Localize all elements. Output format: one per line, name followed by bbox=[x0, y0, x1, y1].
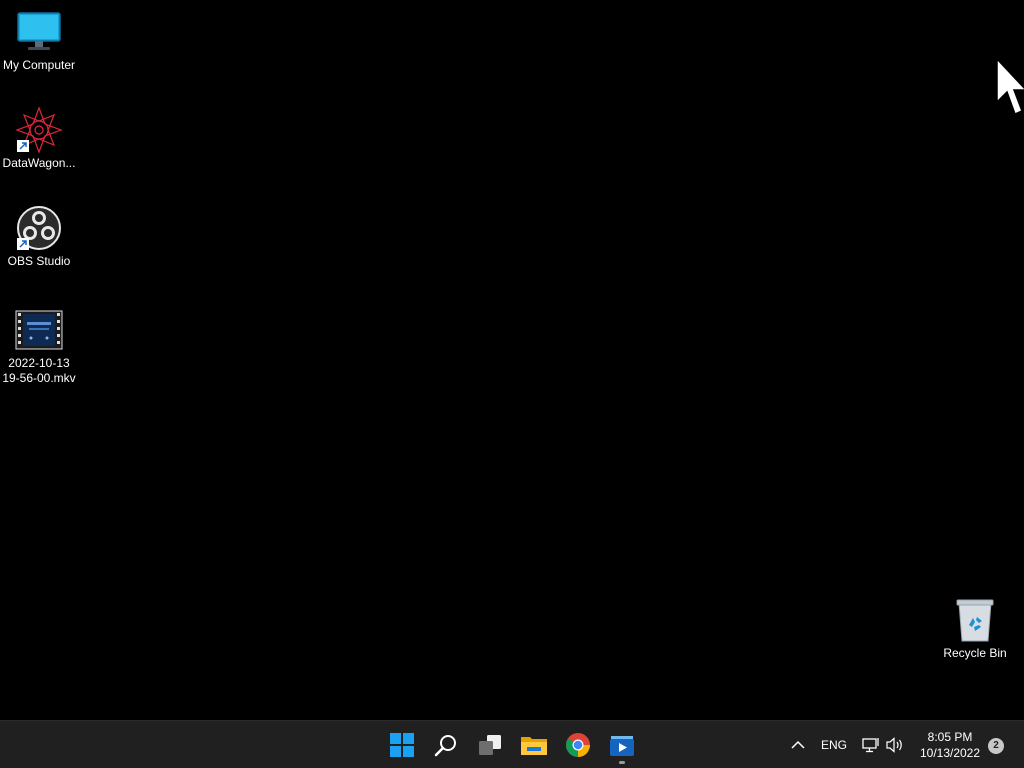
desktop-icon-label: My Computer bbox=[2, 58, 76, 72]
task-view-button[interactable] bbox=[470, 725, 510, 765]
file-explorer-button[interactable] bbox=[514, 725, 554, 765]
desktop-icon-label: OBS Studio bbox=[7, 254, 71, 268]
media-player-button[interactable] bbox=[602, 725, 642, 765]
start-button[interactable] bbox=[382, 725, 422, 765]
chrome-button[interactable] bbox=[558, 725, 598, 765]
volume-button[interactable] bbox=[882, 725, 908, 765]
clock-time: 8:05 PM bbox=[927, 730, 973, 744]
chevron-up-icon bbox=[791, 740, 805, 749]
monitor-icon bbox=[15, 8, 63, 56]
clock[interactable]: 8:05 PM 10/13/2022 bbox=[914, 729, 986, 761]
recycle-bin-icon bbox=[951, 596, 999, 644]
desktop-icon-recycle-bin[interactable]: Recycle Bin bbox=[936, 596, 1014, 661]
chrome-icon bbox=[566, 733, 590, 757]
obs-icon bbox=[15, 204, 63, 252]
folder-icon bbox=[521, 737, 547, 755]
network-button[interactable] bbox=[858, 725, 884, 765]
show-hidden-icons-button[interactable] bbox=[780, 725, 816, 765]
desktop-icon-my-computer[interactable]: My Computer bbox=[0, 8, 78, 73]
language-indicator[interactable]: ENG bbox=[814, 725, 854, 765]
desktop-icon-label: 2022-10-13 19-56-00.mkv bbox=[2, 356, 76, 385]
mouse-cursor-icon bbox=[996, 57, 1024, 125]
task-view-icon bbox=[479, 735, 501, 755]
video-file-icon bbox=[15, 306, 63, 354]
language-label: ENG bbox=[820, 738, 847, 752]
desktop-icon-label: Recycle Bin bbox=[943, 646, 1007, 660]
taskbar: ENG 8:05 PM 10/13/2022 2 bbox=[0, 720, 1024, 768]
desktop-icon-obs-studio[interactable]: OBS Studio bbox=[0, 204, 78, 269]
notification-badge[interactable]: 2 bbox=[988, 738, 1004, 754]
network-icon bbox=[862, 738, 879, 753]
running-indicator bbox=[619, 761, 625, 764]
clock-date: 10/13/2022 bbox=[919, 746, 981, 760]
desktop-icon-label: DataWagon... bbox=[2, 156, 76, 170]
desktop-icon-datawagon[interactable]: DataWagon... bbox=[0, 106, 78, 171]
search-icon bbox=[434, 735, 456, 757]
shortcut-arrow-icon bbox=[17, 140, 29, 152]
speaker-icon bbox=[886, 737, 902, 753]
media-player-icon bbox=[610, 736, 634, 756]
windows-start-icon bbox=[390, 733, 414, 757]
desktop-icon-video-file[interactable]: 2022-10-13 19-56-00.mkv bbox=[0, 306, 78, 386]
desktop[interactable]: My Computer DataWagon... OBS Studio 2022… bbox=[0, 0, 1024, 720]
datawagon-icon bbox=[15, 106, 63, 154]
shortcut-arrow-icon bbox=[17, 238, 29, 250]
search-button[interactable] bbox=[426, 725, 466, 765]
